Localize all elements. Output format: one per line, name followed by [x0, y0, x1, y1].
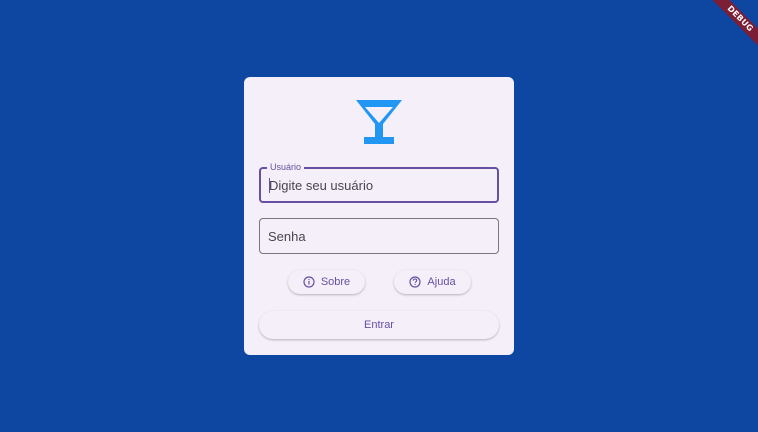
login-card: Usuário Sobre Ajuda Entrar [244, 77, 514, 355]
username-field: Usuário [259, 161, 499, 203]
debug-banner-label: DEBUG [707, 0, 758, 52]
help-button-label: Ajuda [427, 276, 456, 288]
about-button-label: Sobre [320, 276, 351, 288]
password-field [259, 218, 499, 254]
debug-ribbon: DEBUG [698, 0, 758, 60]
text-cursor [269, 178, 270, 193]
login-button-label: Entrar [364, 319, 394, 331]
cocktail-glass-icon [354, 97, 404, 147]
username-input[interactable] [261, 169, 497, 201]
info-icon [303, 276, 315, 288]
about-button[interactable]: Sobre [288, 270, 365, 294]
login-button[interactable]: Entrar [259, 311, 499, 339]
password-input[interactable] [260, 219, 498, 253]
help-icon [409, 276, 422, 288]
help-button[interactable]: Ajuda [394, 270, 471, 294]
